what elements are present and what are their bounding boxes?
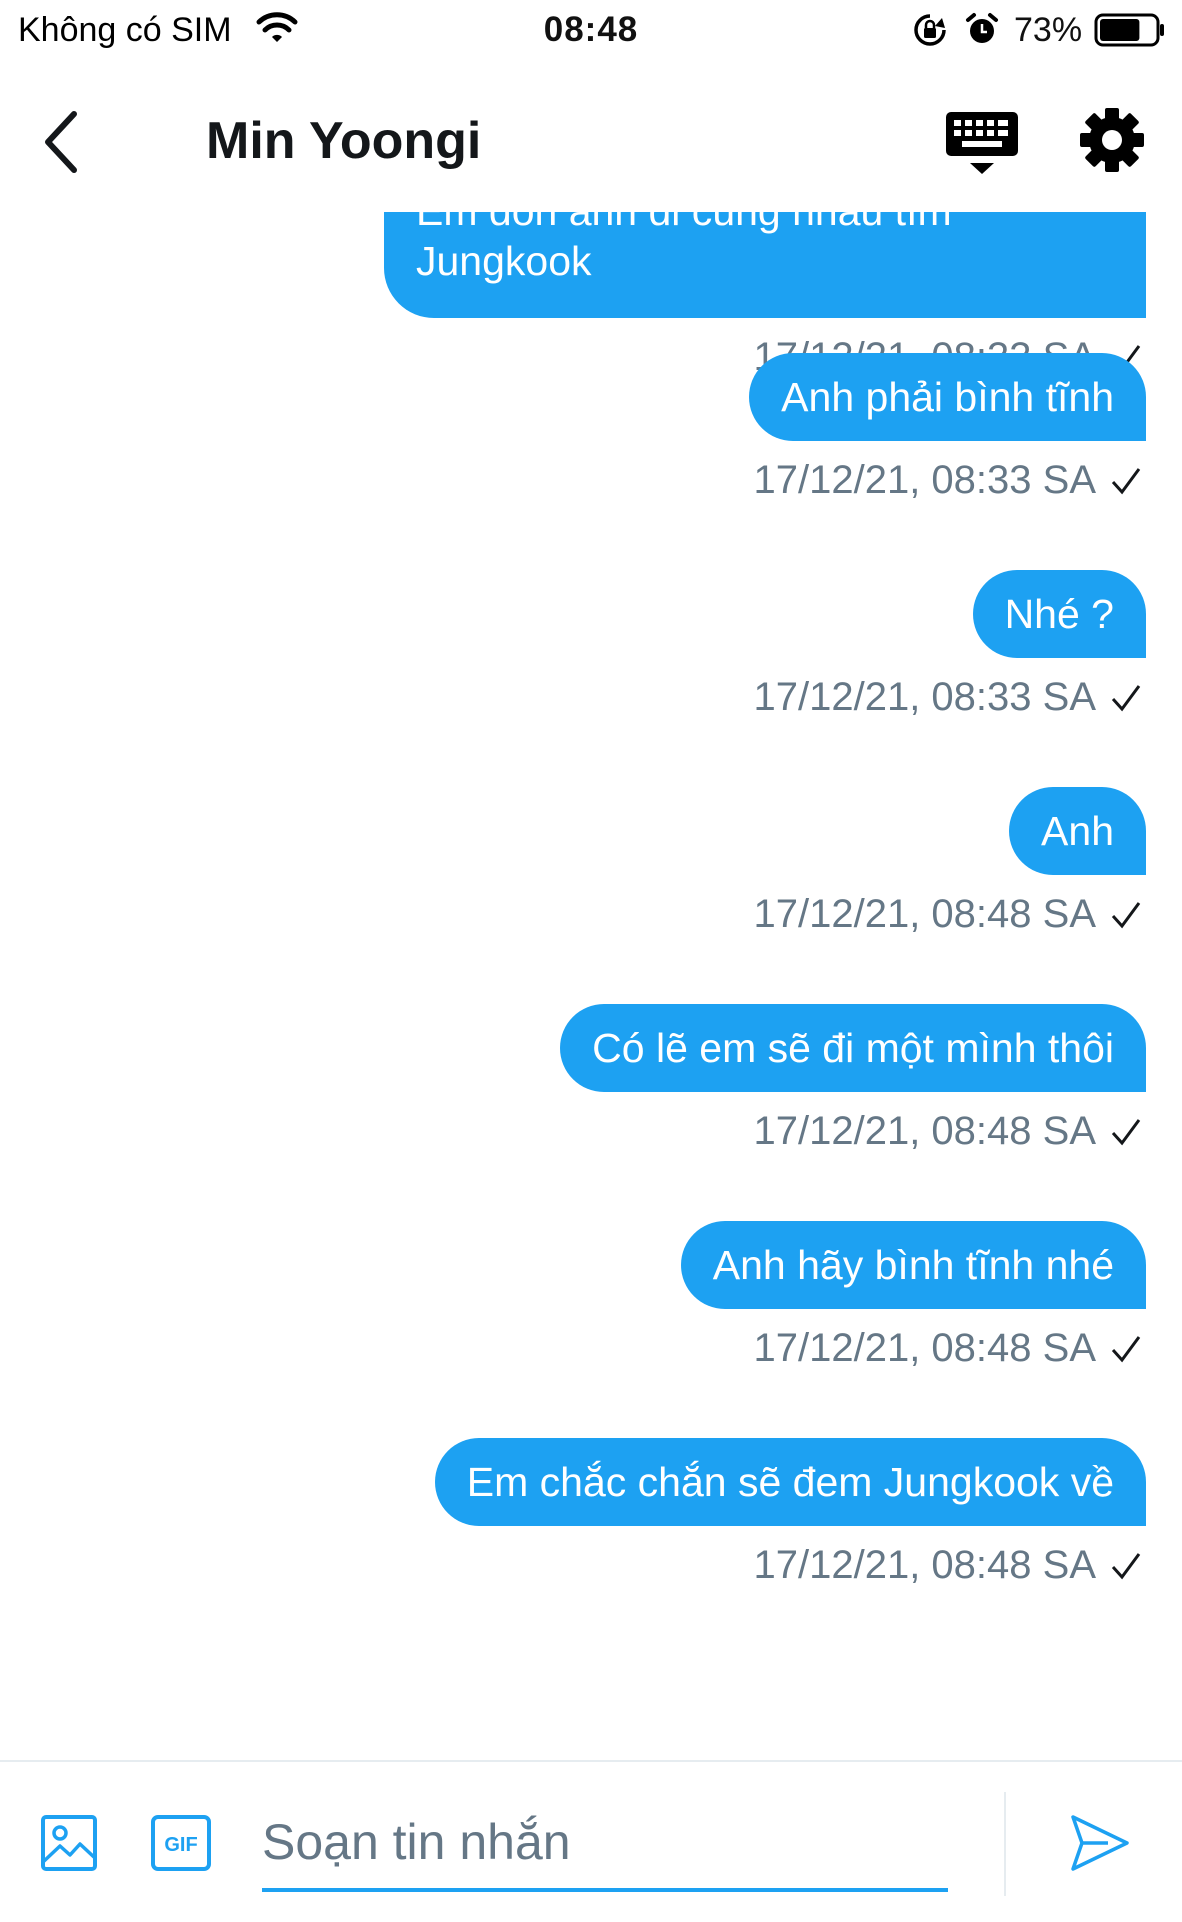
message-timestamp: 17/12/21, 08:33 SA	[753, 458, 1097, 502]
message-text: Anh hãy bình tĩnh nhé	[712, 1242, 1114, 1288]
message-text: Anh phải bình tĩnh	[781, 374, 1114, 420]
message-meta: 17/12/21, 08:48 SA	[681, 1323, 1146, 1373]
message-bubble[interactable]: Anh phải bình tĩnh	[749, 353, 1146, 441]
message-list[interactable]: Em đón anh đi cùng nhau tìm Jungkook 17/…	[0, 212, 1182, 1760]
message-timestamp: 17/12/21, 08:48 SA	[753, 892, 1097, 936]
back-chevron-icon[interactable]	[30, 102, 100, 182]
message-text: Em chắc chắn sẽ đem Jungkook về	[466, 1459, 1114, 1505]
keyboard-icon[interactable]	[942, 108, 1022, 178]
composer-divider	[1004, 1792, 1006, 1896]
sent-check-icon	[1111, 1336, 1141, 1363]
clock: 08:48	[543, 10, 639, 49]
message-text: Có lẽ em sẽ đi một mình thôi	[592, 1025, 1114, 1071]
message-meta: 17/12/21, 08:33 SA	[749, 455, 1146, 505]
message-bubble[interactable]: Anh	[1009, 787, 1146, 875]
image-icon[interactable]	[40, 1814, 98, 1872]
message-meta: 17/12/21, 08:48 SA	[560, 1106, 1146, 1156]
message-bubble[interactable]: Nhé ?	[972, 570, 1146, 658]
status-bar: Không có SIM 08:48 73%	[0, 0, 1182, 62]
message-meta: 17/12/21, 08:48 SA	[435, 1540, 1146, 1590]
message-text: Em đón anh đi cùng nhau tìm	[416, 212, 1114, 236]
conversation-title: Min Yoongi	[206, 112, 482, 170]
sent-check-icon	[1111, 685, 1141, 712]
send-icon[interactable]	[1068, 1812, 1132, 1874]
message-timestamp: 17/12/21, 08:33 SA	[753, 675, 1097, 719]
message-meta: 17/12/21, 08:33 SA	[754, 672, 1147, 722]
message-bubble[interactable]: Em đón anh đi cùng nhau tìm Jungkook	[384, 212, 1146, 318]
message-input[interactable]	[262, 1796, 948, 1892]
message-item: Nhé ? 17/12/21, 08:33 SA	[754, 570, 1147, 722]
orientation-lock-icon	[914, 14, 946, 46]
message-timestamp: 17/12/21, 08:48 SA	[753, 1543, 1097, 1587]
message-bubble[interactable]: Có lẽ em sẽ đi một mình thôi	[560, 1004, 1146, 1092]
message-timestamp: 17/12/21, 08:48 SA	[753, 1326, 1097, 1370]
message-text: Anh	[1041, 808, 1114, 854]
gif-icon[interactable]: GIF	[150, 1814, 212, 1872]
sent-check-icon	[1111, 468, 1141, 495]
message-bubble[interactable]: Em chắc chắn sẽ đem Jungkook về	[434, 1438, 1146, 1526]
sent-check-icon	[1111, 902, 1141, 929]
message-item: Anh phải bình tĩnh 17/12/21, 08:33 SA	[749, 353, 1146, 505]
message-item: Em chắc chắn sẽ đem Jungkook về 17/12/21…	[434, 1438, 1146, 1590]
message-item: Anh hãy bình tĩnh nhé 17/12/21, 08:48 SA	[680, 1221, 1146, 1373]
message-item: Anh 17/12/21, 08:48 SA	[754, 787, 1147, 939]
message-item: Có lẽ em sẽ đi một mình thôi 17/12/21, 0…	[560, 1004, 1146, 1156]
svg-text:GIF: GIF	[164, 1834, 197, 1856]
alarm-icon	[966, 13, 998, 43]
message-meta: 17/12/21, 08:48 SA	[754, 889, 1147, 939]
gear-icon[interactable]	[1078, 106, 1146, 174]
message-text: Nhé ?	[1004, 591, 1114, 637]
sent-check-icon	[1111, 1553, 1141, 1580]
conversation-header: Min Yoongi	[0, 62, 1182, 212]
sent-check-icon	[1111, 1119, 1141, 1146]
message-text-continued: Jungkook	[416, 238, 592, 284]
battery-icon	[1094, 13, 1164, 47]
message-bubble[interactable]: Anh hãy bình tĩnh nhé	[680, 1221, 1146, 1309]
message-composer: GIF	[0, 1760, 1182, 1922]
battery-percent: 73%	[1014, 11, 1083, 49]
message-timestamp: 17/12/21, 08:48 SA	[753, 1109, 1097, 1153]
